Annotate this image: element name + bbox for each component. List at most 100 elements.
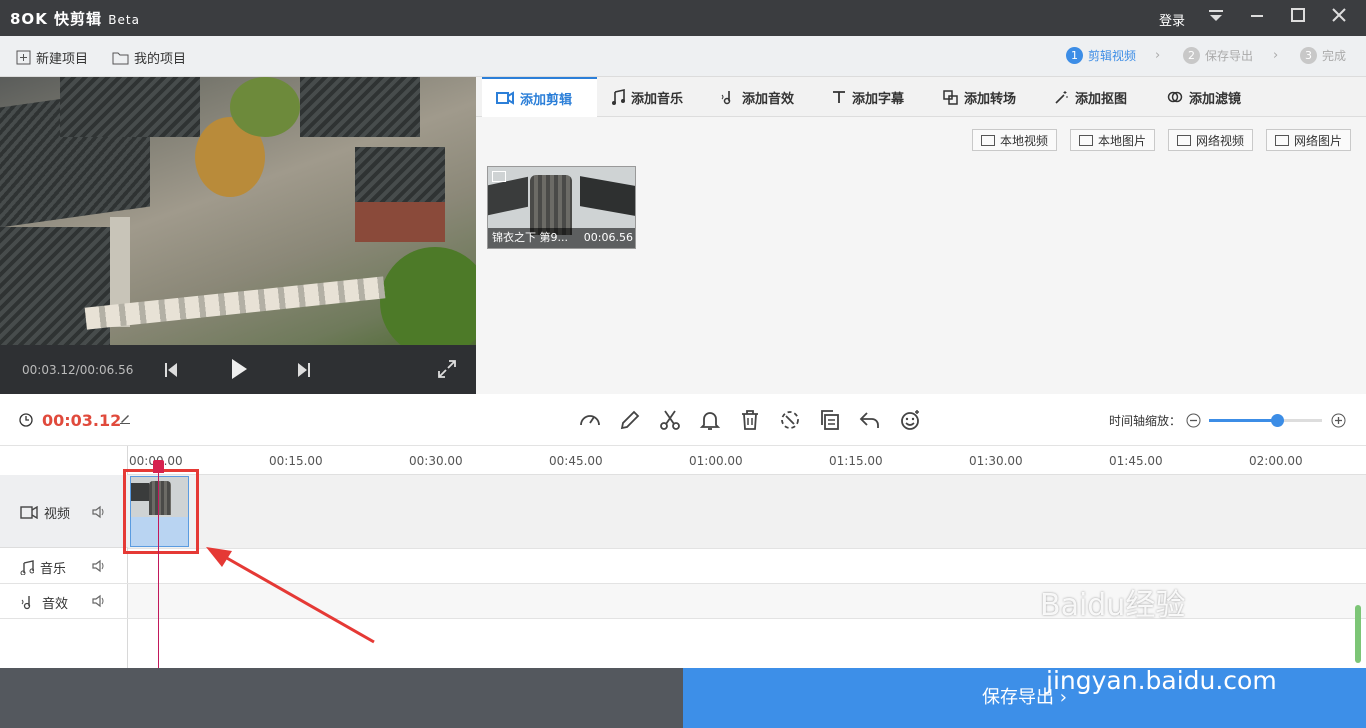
previous-frame-icon[interactable] — [163, 361, 179, 382]
watermark-brand: Baidu经验 — [1040, 588, 1186, 623]
maximize-icon[interactable] — [1286, 6, 1310, 30]
new-project-button[interactable]: 新建项目 — [16, 48, 88, 67]
playhead[interactable] — [158, 462, 159, 668]
edit-toolbar: 00:03.12 时间轴缩放： — [0, 394, 1366, 446]
annotation-arrow — [206, 547, 375, 644]
zoom-slider-fill — [1209, 419, 1277, 422]
title-bar: 8OK 快剪辑 Beta 登录 — [0, 0, 1366, 36]
track-name: 音效 — [42, 597, 69, 612]
playhead-handle[interactable] — [153, 460, 164, 473]
ruler-tick-label: 02:00.00 — [1249, 454, 1303, 468]
video-camera-icon — [496, 91, 514, 105]
zoom-slider[interactable] — [1209, 414, 1322, 427]
scroll-indicator[interactable] — [1355, 605, 1361, 663]
step-number: 1 — [1066, 47, 1083, 64]
tab-add-filter[interactable]: 添加滤镜 — [1153, 77, 1255, 117]
preview-frame[interactable] — [0, 77, 476, 357]
sound-effect-icon — [21, 596, 31, 610]
local-video-button[interactable]: 本地视频 — [972, 129, 1058, 151]
tab-add-cutout[interactable]: 添加抠图 — [1040, 77, 1141, 117]
ruler-tick-label: 00:30.00 — [409, 454, 463, 468]
zoom-out-icon[interactable] — [1186, 413, 1201, 431]
add-tabs: 添加剪辑 添加音乐 添加音效 添加字幕 添加转场 添加抠图 添加滤镜 — [476, 77, 1366, 117]
checkbox-icon[interactable] — [492, 171, 506, 182]
music-track-header: 音乐 — [0, 549, 128, 584]
tab-label: 添加音效 — [742, 91, 795, 107]
edit-time-icon[interactable] — [119, 412, 131, 427]
music-note-icon — [612, 89, 625, 105]
my-projects-button[interactable]: 我的项目 — [112, 48, 186, 67]
pencil-icon[interactable] — [618, 408, 642, 432]
folder-icon — [112, 52, 129, 64]
ruler-tick-label: 01:30.00 — [969, 454, 1023, 468]
video-preview: 00:03.12/00:06.56 — [0, 77, 476, 394]
zoom-slider-handle[interactable] — [1271, 414, 1284, 427]
ruler-tick-label: 01:00.00 — [689, 454, 743, 468]
step-label: 剪辑视频 — [1088, 49, 1137, 63]
video-file-icon — [981, 134, 995, 146]
chevron-right-icon: › — [1155, 48, 1161, 63]
speaker-icon[interactable] — [92, 594, 106, 608]
tab-add-clip[interactable]: 添加剪辑 — [482, 77, 597, 117]
magic-wand-icon — [1055, 90, 1068, 104]
copy-icon[interactable] — [818, 408, 842, 432]
footer-bar — [0, 668, 683, 728]
fullscreen-icon[interactable] — [438, 360, 456, 381]
local-image-button[interactable]: 本地图片 — [1070, 129, 1156, 151]
play-icon[interactable] — [229, 357, 249, 384]
tab-add-music[interactable]: 添加音乐 — [597, 77, 697, 117]
clock-icon — [19, 413, 33, 430]
tab-label: 添加转场 — [964, 91, 1017, 107]
video-file-icon — [1177, 134, 1191, 146]
player-time: 00:03.12/00:06.56 — [22, 363, 134, 377]
new-project-label: 新建项目 — [36, 52, 89, 67]
video-track[interactable] — [128, 475, 1366, 549]
next-frame-icon[interactable] — [296, 361, 312, 382]
speed-icon[interactable] — [578, 408, 602, 432]
step-label: 保存导出 — [1205, 49, 1254, 63]
music-note-icon — [20, 560, 34, 575]
sound-effect-track-header: 音效 — [0, 584, 128, 619]
tab-add-subtitle[interactable]: 添加字幕 — [818, 77, 918, 117]
player-controls: 00:03.12/00:06.56 — [0, 345, 476, 394]
tab-add-transition[interactable]: 添加转场 — [929, 77, 1030, 117]
scissors-icon[interactable] — [658, 408, 682, 432]
step-save-export[interactable]: 2 保存导出 — [1183, 47, 1253, 64]
online-video-button[interactable]: 网络视频 — [1168, 129, 1254, 151]
undo-icon[interactable] — [858, 408, 882, 432]
filter-icon — [1167, 91, 1183, 103]
music-track-label: 音乐 — [20, 558, 66, 577]
tab-add-sound-effect[interactable]: 添加音效 — [706, 77, 808, 117]
online-image-button[interactable]: 网络图片 — [1266, 129, 1352, 151]
ruler-tick-label: 01:15.00 — [829, 454, 883, 468]
zoom-in-icon[interactable] — [1331, 413, 1346, 431]
step-label: 完成 — [1322, 49, 1347, 63]
video-camera-icon — [20, 506, 38, 519]
timeline-ruler[interactable]: 00:00.00 00:15.00 00:30.00 00:45.00 01:0… — [128, 446, 1366, 475]
button-label: 本地图片 — [1098, 133, 1147, 148]
close-icon[interactable] — [1327, 6, 1351, 30]
button-label: 本地视频 — [1000, 133, 1049, 148]
media-clip-thumbnail[interactable]: 锦衣之下 第9... 00:06.56 — [487, 166, 636, 249]
trash-icon[interactable] — [738, 408, 762, 432]
clip-name: 锦衣之下 第9... — [492, 231, 568, 244]
sound-effect-track-label: 音效 — [20, 593, 68, 612]
video-track-label: 视频 — [20, 503, 70, 522]
login-link[interactable]: 登录 — [1159, 10, 1185, 29]
step-edit-video[interactable]: 1 剪辑视频 — [1066, 47, 1136, 64]
sticker-icon[interactable] — [898, 408, 922, 432]
step-done[interactable]: 3 完成 — [1300, 47, 1346, 64]
speaker-icon[interactable] — [92, 505, 106, 519]
tab-label: 添加音乐 — [631, 91, 684, 107]
button-label: 网络视频 — [1196, 133, 1245, 148]
minimize-icon[interactable] — [1245, 6, 1269, 30]
step-number: 2 — [1183, 47, 1200, 64]
speaker-icon[interactable] — [92, 559, 106, 573]
video-track-header: 视频 — [0, 475, 128, 548]
track-name: 视频 — [44, 507, 71, 522]
dropdown-menu-icon[interactable] — [1204, 6, 1228, 30]
bell-icon[interactable] — [698, 408, 722, 432]
image-file-icon — [1079, 134, 1093, 146]
crop-rotate-icon[interactable] — [778, 408, 802, 432]
media-library: 本地视频 本地图片 网络视频 网络图片 锦衣之下 第9... 00:06.56 — [476, 117, 1366, 394]
